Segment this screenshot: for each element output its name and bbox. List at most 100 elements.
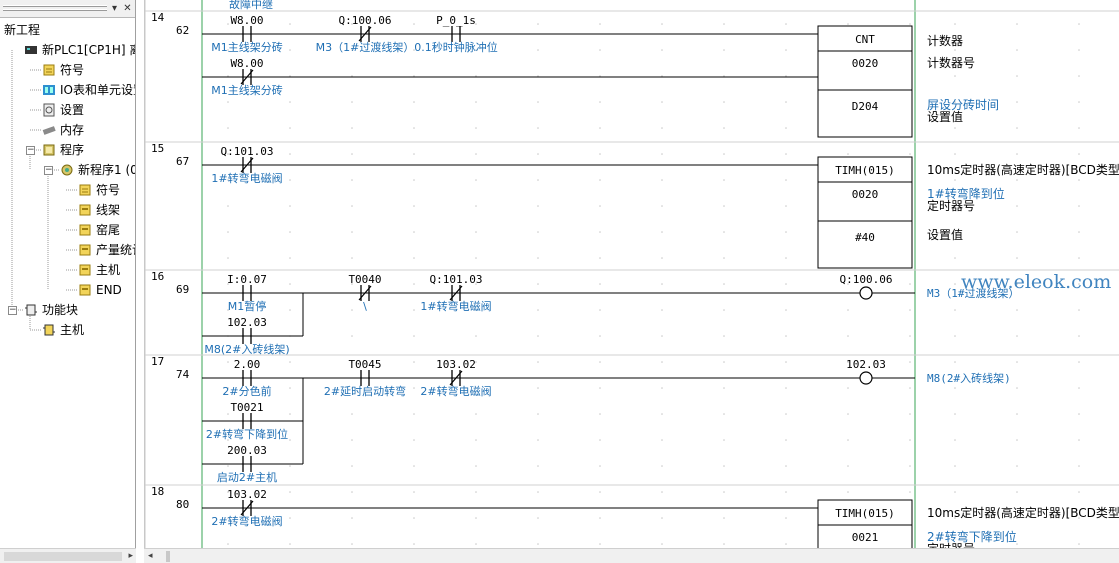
grid-dot [599,335,601,337]
tree-collapse-icon[interactable]: − [44,166,53,175]
grid-dot [1016,387,1018,389]
scroll-right-arrow-icon[interactable]: ▸ [128,551,133,561]
grid-dot [909,465,911,467]
memory-icon [42,123,56,137]
tree-item[interactable]: END [78,280,122,300]
tree-item[interactable]: 主机 [78,260,120,280]
grid-dot [289,101,291,103]
grid-dot [413,231,415,233]
grid-dot [599,543,601,545]
tree-item-label: 内存 [60,123,85,137]
tree-item[interactable]: 程序 [42,140,84,160]
grid-dot [351,309,353,311]
section-icon [78,283,92,297]
grid-dot [661,257,663,259]
grid-dot [1078,153,1080,155]
block-annotation: 设置值 [927,109,963,124]
grid-dot [909,413,911,415]
grid-dot [1078,361,1080,363]
tree-item[interactable]: 新程序1 (00) [60,160,135,180]
grid-dot [661,361,663,363]
contact-address: Q:100.06 [339,14,392,27]
tree-scroll-thumb[interactable] [4,552,122,561]
grid-dot [413,335,415,337]
grid-dot [661,23,663,25]
grid-dot [1078,543,1080,545]
ladder-diagram[interactable]: 故障中继 14 62 W8.00 M1主线架分砖 Q:100.06 M3（1#过渡线架） P_… [145,0,1119,548]
grid-dot [351,465,353,467]
grid-dot [785,543,787,545]
tree-collapse-icon[interactable]: − [26,146,35,155]
grid-dot [227,257,229,259]
grid-dot [227,465,229,467]
grid-dot [954,335,956,337]
tree-item[interactable]: 窑尾 [78,220,120,240]
tree-item[interactable]: 符号 [42,60,84,80]
output-coil[interactable] [859,286,873,300]
tree-item[interactable]: 主机 [42,320,84,340]
grid-dot [1016,439,1018,441]
contact-comment: M1主线架分砖 [211,40,283,54]
grid-dot [954,23,956,25]
symbols-icon [42,63,56,77]
block-annotation: 定时器号 [927,541,975,548]
contact-comment: 2#分色前 [222,384,271,398]
tree-item[interactable]: 功能块 [24,300,78,320]
instruction-operand: 0021 [852,531,879,544]
ladder-scroll-thumb[interactable] [166,551,170,562]
scroll-left-arrow-icon[interactable]: ◂ [148,551,159,562]
coil-address: Q:100.06 [840,273,893,286]
grid-dot [847,387,849,389]
grid-dot [289,153,291,155]
grid-dot [351,153,353,155]
grid-dot [475,491,477,493]
grid-dot [351,439,353,441]
grid-dot [785,231,787,233]
grid-dot [537,231,539,233]
ladder-editor[interactable]: 故障中继 14 62 W8.00 M1主线架分砖 Q:100.06 M3（1#过渡线架） P_… [144,0,1119,548]
grid-dot [289,231,291,233]
tree-item[interactable]: 新工程 [4,20,40,40]
tree-item-label: 新工程 [4,23,41,37]
tree-item-label: 符号 [96,183,121,197]
grid-dot [785,413,787,415]
grid-dot [723,465,725,467]
grid-dot [1016,23,1018,25]
tree-item[interactable]: IO表和单元设置 [42,80,135,100]
grid-dot [413,543,415,545]
section-icon [78,263,92,277]
tree-item[interactable]: 产量统计 [78,240,135,260]
grid-dot [413,387,415,389]
contact-comment: 2#转弯电磁阀 [420,384,491,398]
grid-dot [785,179,787,181]
tree-collapse-icon[interactable]: − [8,306,17,315]
contact-comment: 1#转弯电磁阀 [211,171,282,185]
contact-address: 102.03 [227,316,267,329]
tree-item[interactable]: 新PLC1[CP1H] 离线 [24,40,135,60]
tree-item-label: 程序 [60,143,85,157]
tree-item[interactable]: 线架 [78,200,120,220]
contact-comment: 2#转弯下降到位 [206,427,288,441]
grid-dot [909,491,911,493]
grid-dot [289,179,291,181]
grid-dot [661,439,663,441]
grid-dot [599,283,601,285]
tree-item-label: END [96,283,122,297]
grid-dot [537,465,539,467]
grid-dot [723,335,725,337]
grid-dot [289,49,291,51]
grid-dot [954,75,956,77]
tree-horizontal-scrollbar[interactable]: ▸ [0,548,136,563]
ladder-horizontal-scrollbar[interactable]: ◂ [144,548,1119,563]
tree-item[interactable]: 设置 [42,100,84,120]
contact-address: Q:101.03 [221,145,274,158]
tree-item[interactable]: 内存 [42,120,84,140]
output-coil[interactable] [859,371,873,385]
section-icon [78,243,92,257]
grid-dot [289,439,291,441]
tree-item[interactable]: 符号 [78,180,120,200]
grid-dot [785,127,787,129]
grid-dot [351,517,353,519]
grid-dot [661,101,663,103]
grid-dot [351,231,353,233]
